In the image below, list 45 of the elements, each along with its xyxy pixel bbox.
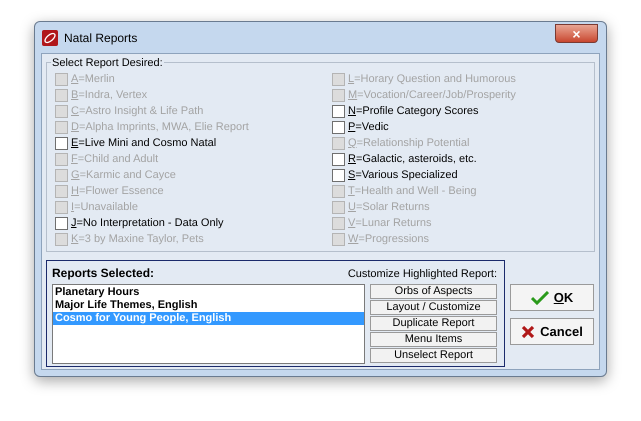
customize-button[interactable]: Layout / Customize: [370, 300, 497, 315]
checkbox-label: Q=Relationship Potential: [348, 136, 470, 151]
checkbox-label: R=Galactic, asteroids, etc.: [348, 152, 477, 167]
checkbox-label: J=No Interpretation - Data Only: [71, 216, 224, 231]
report-list-item[interactable]: Planetary Hours: [53, 286, 364, 299]
checkbox-label: C=Astro Insight & Life Path: [71, 104, 204, 119]
checkbox[interactable]: [332, 152, 345, 166]
checkbox-label: K=3 by Maxine Taylor, Pets: [71, 232, 204, 247]
app-logo-icon: [42, 30, 58, 46]
checkbox-label: V=Lunar Returns: [348, 216, 432, 231]
checkbox-label: T=Health and Well - Being: [348, 184, 477, 199]
checkbox-label: A=Merlin: [71, 72, 115, 87]
reports-list[interactable]: Planetary Hours Major Life Themes, English Cosmo for Young People, English: [52, 284, 365, 364]
checkbox-label: F=Child and Adult: [71, 152, 158, 167]
checkbox-label: L=Horary Question and Humorous: [348, 72, 516, 87]
customize-button[interactable]: Duplicate Report: [370, 316, 497, 331]
checkbox-label: G=Karmic and Cayce: [71, 168, 176, 183]
customize-button[interactable]: Menu Items: [370, 332, 497, 347]
checkbox-label: I=Unavailable: [71, 200, 138, 215]
x-mark-icon: [521, 324, 536, 338]
checkbox-label: P=Vedic: [348, 120, 389, 135]
checkbox-label: S=Various Specialized: [348, 168, 458, 183]
checkbox-label: D=Alpha Imprints, MWA, Elie Report: [71, 120, 249, 135]
cancel-button[interactable]: Cancel: [510, 318, 594, 345]
checkbox-label: U=Solar Returns: [348, 200, 430, 215]
checkmark-icon: [530, 290, 549, 304]
customize-label: Customize Highlighted Report:: [348, 266, 497, 282]
checkbox-label: W=Progressions: [348, 232, 430, 247]
checkbox[interactable]: [55, 136, 68, 150]
ok-button[interactable]: OK: [510, 284, 594, 311]
customize-button[interactable]: Unselect Report: [370, 348, 497, 363]
checkbox[interactable]: [332, 168, 345, 182]
window-title: Natal Reports: [64, 30, 138, 46]
checkbox[interactable]: [55, 216, 68, 230]
customize-button[interactable]: Orbs of Aspects: [370, 284, 497, 299]
report-list-item[interactable]: Major Life Themes, English: [53, 299, 364, 312]
checkbox-label: H=Flower Essence: [71, 184, 164, 199]
checkbox-label: E=Live Mini and Cosmo Natal: [71, 136, 216, 151]
checkbox-label: B=Indra, Vertex: [71, 88, 148, 103]
panel-title: Reports Selected:: [52, 265, 154, 282]
checkbox-label: N=Profile Category Scores: [348, 104, 479, 119]
checkbox[interactable]: [332, 104, 345, 118]
checkbox[interactable]: [332, 120, 345, 134]
group-title: Select Report Desired:: [51, 55, 164, 72]
checkbox-label: M=Vocation/Career/Job/Prosperity: [348, 88, 516, 103]
